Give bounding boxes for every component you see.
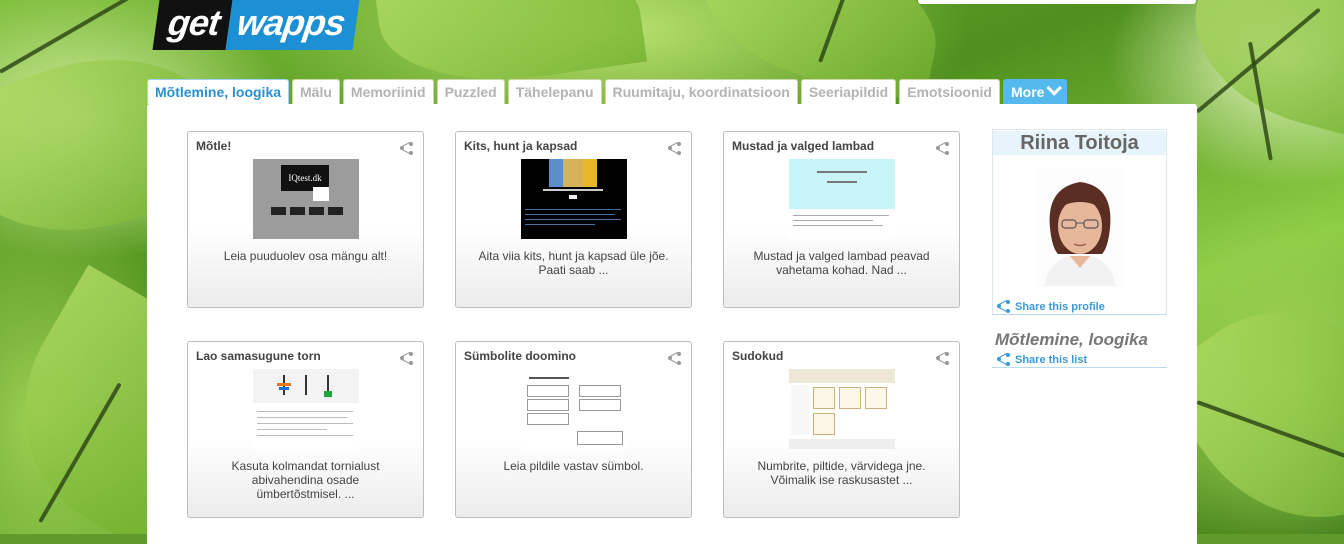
share-icon[interactable]: [668, 141, 681, 160]
share-profile-link[interactable]: Share this profile: [997, 299, 1105, 313]
tab-emotsioonid[interactable]: Emotsioonid: [899, 79, 1000, 104]
tab-more[interactable]: More: [1002, 79, 1068, 104]
tab-motlemine-loogika[interactable]: Mõtlemine, loogika: [147, 79, 290, 104]
card-description: Numbrite, piltide, värvidega jne. Võimal…: [757, 459, 926, 487]
card-description: Leia puuduolev osa mängu alt!: [223, 249, 388, 263]
card-thumbnail[interactable]: [253, 369, 359, 449]
share-icon: [997, 299, 1010, 313]
tab-seeriapildid[interactable]: Seeriapildid: [800, 79, 897, 104]
divider: [992, 367, 1167, 368]
tab-malu[interactable]: Mälu: [292, 79, 340, 104]
tab-ruumitaju[interactable]: Ruumitaju, koordinatsioon: [604, 79, 798, 104]
app-card[interactable]: Sudokud Numbrite, piltide, värvidega jne…: [723, 341, 960, 518]
share-list-link[interactable]: Share this list: [997, 352, 1088, 366]
card-thumbnail[interactable]: [789, 369, 895, 449]
card-description: Leia pildile vastav sümbol.: [503, 459, 644, 473]
list-title: Mõtlemine, loogika: [995, 330, 1149, 349]
app-card[interactable]: Kits, hunt ja kapsad Aita viia kits, hun…: [455, 131, 692, 308]
share-icon: [997, 352, 1010, 366]
share-profile-label: Share this profile: [1015, 300, 1105, 313]
share-list-label: Share this list: [1015, 353, 1088, 366]
app-card[interactable]: Lao samasugune torn Kasuta kolmandat tor…: [187, 341, 424, 518]
card-thumbnail[interactable]: IQtest.dk: [253, 159, 359, 239]
logo-get-text: get: [152, 0, 233, 50]
share-icon[interactable]: [936, 351, 949, 370]
more-label: More: [1010, 84, 1045, 100]
chevron-down-icon: [1046, 80, 1063, 96]
card-title: Mustad ja valged lambad: [732, 139, 875, 153]
card-thumbnail[interactable]: [521, 369, 627, 449]
card-title: Sümbolite doomino: [464, 349, 576, 363]
tab-puzzled[interactable]: Puzzled: [436, 79, 505, 104]
profile-name[interactable]: Riina Toitoja: [993, 131, 1166, 155]
card-thumbnail[interactable]: [521, 159, 627, 239]
tab-memoriinid[interactable]: Memoriinid: [342, 79, 434, 104]
card-title: Sudokud: [732, 349, 784, 363]
app-card[interactable]: Mustad ja valged lambad Mustad ja valged…: [723, 131, 960, 308]
share-icon[interactable]: [668, 351, 681, 370]
card-thumbnail[interactable]: [789, 159, 895, 239]
card-description: Aita viia kits, hunt ja kapsad üle jõe. …: [478, 249, 669, 277]
getwapps-logo[interactable]: get wapps: [152, 0, 360, 50]
card-description: Kasuta kolmandat tornialust abivahendina…: [231, 459, 380, 501]
share-icon[interactable]: [936, 141, 949, 160]
share-icon[interactable]: [400, 351, 413, 370]
share-icon[interactable]: [400, 141, 413, 160]
profile-box: Riina Toitoja Share this profile: [992, 129, 1167, 315]
app-card[interactable]: Sümbolite doomino Leia pildile vastav sü…: [455, 341, 692, 518]
search-input[interactable]: [918, 0, 1196, 4]
category-tabs: Mõtlemine, loogika Mälu Memoriinid Puzzl…: [147, 79, 1068, 104]
card-description: Mustad ja valged lambad peavad vahetama …: [753, 249, 930, 277]
card-title: Kits, hunt ja kapsad: [464, 139, 578, 153]
card-title: Mõtle!: [196, 139, 232, 153]
tab-tahelepanu[interactable]: Tähelepanu: [507, 79, 602, 104]
logo-wapps-text: wapps: [225, 0, 360, 50]
divider: [992, 314, 1167, 315]
profile-photo[interactable]: [1036, 168, 1124, 286]
card-title: Lao samasugune torn: [196, 349, 321, 363]
app-card[interactable]: Mõtle! IQtest.dk Leia puuduolev osa mäng…: [187, 131, 424, 308]
